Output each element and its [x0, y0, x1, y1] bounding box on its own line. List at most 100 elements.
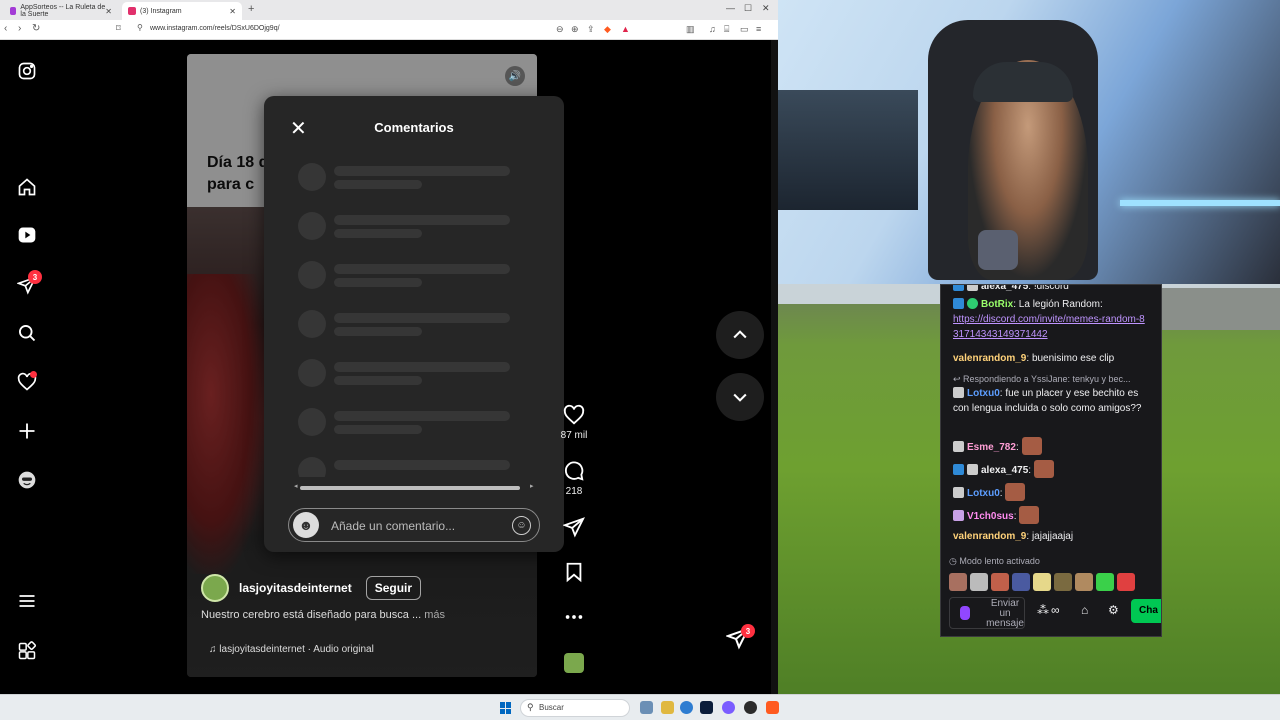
share-icon[interactable]: ⇪: [587, 24, 595, 35]
comment-icon[interactable]: [562, 460, 586, 487]
minimize-icon[interactable]: —: [726, 3, 735, 13]
comment-input[interactable]: ☻ Añade un comentario... ☺: [288, 508, 540, 542]
reply-context[interactable]: ↩ Respondiendo a YssiJane: tenkyu y bec.…: [953, 374, 1131, 385]
chat-input-placeholder[interactable]: Enviar un mensaje: [986, 599, 1024, 629]
home-icon[interactable]: [16, 176, 38, 198]
chat-username[interactable]: Lotxu0: [967, 488, 1000, 499]
tab-appsorteos[interactable]: AppSorteos -- La Ruleta de la Suerte ✕: [4, 2, 118, 20]
menu-icon[interactable]: ≡: [756, 24, 761, 34]
close-window-icon[interactable]: ✕: [762, 3, 770, 14]
chat-username[interactable]: alexa_475: [981, 465, 1028, 476]
brave-shield-icon[interactable]: ◆: [604, 24, 611, 35]
taskbar-file-explorer-icon[interactable]: [640, 701, 653, 714]
previous-reel-button[interactable]: [716, 311, 764, 359]
zoom-out-icon[interactable]: ⊖: [556, 24, 564, 35]
close-tab-icon[interactable]: ✕: [229, 7, 236, 16]
back-icon[interactable]: ‹: [4, 23, 7, 34]
emote-icon[interactable]: [1117, 573, 1135, 591]
chat-message: BotRix: La legión Random: https://discor…: [953, 297, 1149, 342]
create-plus-icon[interactable]: [16, 420, 38, 442]
emote-icon[interactable]: [991, 573, 1009, 591]
store-icon[interactable]: ⌂: [1081, 603, 1088, 617]
emote-icon[interactable]: [1033, 573, 1051, 591]
bits-icon[interactable]: ⁂: [1037, 603, 1049, 617]
scroll-right-icon[interactable]: ▸: [530, 482, 534, 490]
wallet-icon[interactable]: ▭: [740, 24, 749, 35]
reply-text: Respondiendo a YssiJane: tenkyu y bec...: [963, 374, 1131, 384]
brave-rewards-icon[interactable]: ▲: [621, 24, 630, 34]
bookmarks-icon[interactable]: ⌸: [724, 24, 729, 35]
taskbar-search[interactable]: ⚲ Buscar: [520, 699, 630, 717]
more-link[interactable]: más: [424, 609, 445, 621]
profile-avatar[interactable]: [16, 469, 38, 491]
page-scrollbar[interactable]: [771, 40, 778, 694]
chat-link[interactable]: https://discord.com/invite/memes-random-…: [953, 312, 1149, 342]
windows-taskbar: ⚲ Buscar: [0, 694, 1280, 720]
reel-audio[interactable]: ♫ lasjoyitasdeinternet · Audio original: [209, 644, 374, 655]
taskbar-brave-icon[interactable]: [766, 701, 779, 714]
reload-icon[interactable]: ↻: [32, 23, 40, 34]
emote-icon[interactable]: [1096, 573, 1114, 591]
instagram-logo-icon[interactable]: [16, 60, 38, 82]
emote-icon[interactable]: [970, 573, 988, 591]
settings-gear-icon[interactable]: ⚙: [1108, 603, 1119, 617]
maximize-icon[interactable]: ☐: [744, 3, 752, 14]
comments-title: Comentarios: [374, 120, 454, 135]
more-options-icon[interactable]: [562, 606, 586, 633]
reels-icon[interactable]: [16, 224, 38, 246]
scroll-left-icon[interactable]: ◂: [294, 482, 298, 490]
microphone-icon[interactable]: [960, 606, 970, 620]
search-icon[interactable]: [16, 322, 38, 344]
chat-username[interactable]: V1ch0sus: [967, 511, 1014, 522]
taskbar-chrome-icon[interactable]: [680, 701, 693, 714]
taskbar-obs-icon[interactable]: [744, 701, 757, 714]
emote-icon[interactable]: [1075, 573, 1093, 591]
close-tab-icon[interactable]: ✕: [105, 7, 112, 16]
taskbar-discord-icon[interactable]: [722, 701, 735, 714]
follow-button[interactable]: Seguir: [365, 576, 422, 600]
next-reel-button[interactable]: [716, 373, 764, 421]
share-plane-icon[interactable]: [562, 516, 586, 543]
volume-icon[interactable]: 🔊: [505, 66, 525, 86]
badge-icon: [953, 387, 964, 398]
chat-send-button[interactable]: Cha: [1131, 599, 1161, 623]
audio-thumbnail[interactable]: [564, 653, 584, 673]
floating-messages-icon[interactable]: 3: [725, 624, 755, 652]
url-field[interactable]: www.instagram.com/reels/DSxU6DOjg9q/: [150, 25, 280, 32]
emote-icon[interactable]: [1054, 573, 1072, 591]
save-bookmark-icon[interactable]: [562, 561, 586, 588]
bookmark-icon[interactable]: ⌑: [116, 23, 121, 34]
playlist-icon[interactable]: ♫: [709, 24, 716, 34]
horizontal-scrollbar[interactable]: [300, 486, 520, 490]
taskbar-photoshop-icon[interactable]: [700, 701, 713, 714]
zoom-icon[interactable]: ⊕: [571, 24, 579, 35]
also-from-meta-icon[interactable]: [16, 640, 38, 662]
sidebar-icon[interactable]: ▥: [686, 24, 695, 35]
like-heart-icon[interactable]: [562, 404, 586, 431]
new-tab-icon[interactable]: +: [248, 3, 254, 15]
taskbar-folder-icon[interactable]: [661, 701, 674, 714]
emote-icon[interactable]: [1012, 573, 1030, 591]
notifications-heart-icon[interactable]: [16, 371, 38, 393]
chat-username[interactable]: valenrandom_9: [953, 353, 1026, 364]
forward-icon[interactable]: ›: [18, 23, 21, 34]
tab-title: (3) Instagram: [140, 7, 182, 15]
infinity-icon[interactable]: ∞: [1051, 603, 1060, 617]
chat-username[interactable]: Esme_782: [967, 442, 1016, 453]
author-avatar[interactable]: [201, 574, 229, 602]
author-name[interactable]: lasjoyitasdeinternet: [239, 581, 352, 595]
chat-input[interactable]: Enviar un mensaje: [949, 597, 1025, 629]
comment-placeholder[interactable]: Añade un comentario...: [331, 519, 455, 533]
more-menu-icon[interactable]: [16, 590, 38, 612]
chat-username[interactable]: Lotxu0: [967, 388, 1000, 399]
emoji-icon[interactable]: ☺: [512, 516, 531, 535]
chat-username[interactable]: BotRix: [981, 299, 1013, 310]
tab-instagram[interactable]: (3) Instagram ✕: [122, 2, 242, 20]
emote-icon[interactable]: [949, 573, 967, 591]
site-info-icon[interactable]: ⚲: [137, 23, 143, 32]
chat-username[interactable]: valenrandom_9: [953, 531, 1026, 542]
comment-skeleton: [298, 310, 510, 340]
chat-username[interactable]: alexa_475: [981, 285, 1028, 292]
windows-start-icon[interactable]: [500, 702, 512, 714]
messages-icon[interactable]: 3: [16, 270, 42, 296]
